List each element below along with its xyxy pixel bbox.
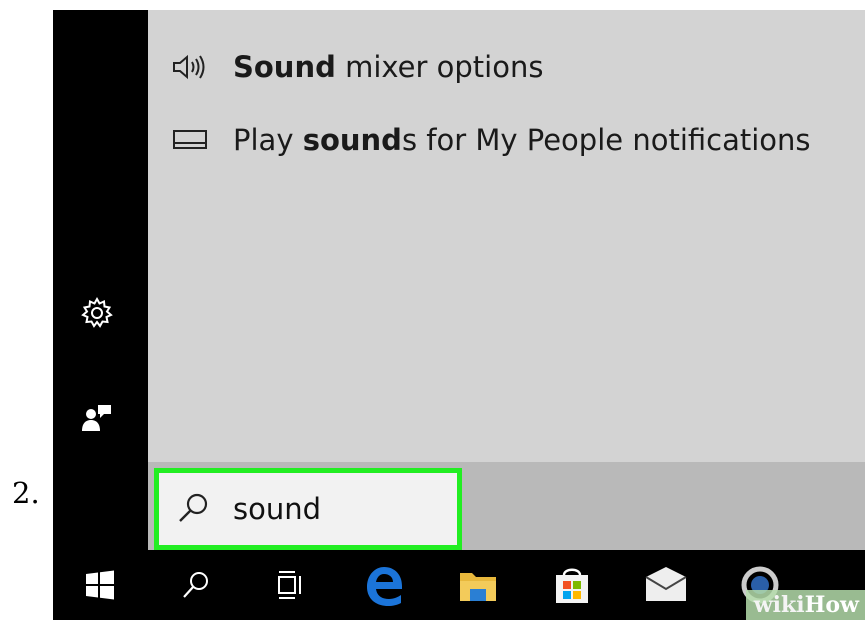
store-icon[interactable]	[547, 560, 597, 610]
speaker-icon	[170, 47, 210, 87]
start-sidebar	[53, 10, 148, 550]
task-view-icon[interactable]	[265, 560, 315, 610]
search-bar-area	[148, 462, 865, 550]
edge-browser-icon[interactable]	[359, 560, 409, 610]
step-number: 2.	[12, 476, 40, 510]
wikihow-watermark: wiki How	[745, 590, 865, 620]
display-icon	[170, 120, 210, 160]
feedback-icon[interactable]	[77, 398, 117, 438]
search-icon[interactable]	[171, 560, 221, 610]
search-box-highlighted[interactable]	[154, 468, 462, 550]
search-input[interactable]	[233, 489, 433, 529]
taskbar: wiki How	[53, 550, 865, 620]
file-explorer-icon[interactable]	[453, 560, 503, 610]
result-label: Play sounds for My People notifications	[233, 123, 811, 157]
gear-icon[interactable]	[77, 293, 117, 333]
search-results-panel: Sound mixer options Play sounds for My P…	[148, 10, 865, 462]
windows-start-icon[interactable]	[75, 560, 125, 610]
result-sound-mixer-options[interactable]: Sound mixer options	[148, 37, 865, 97]
result-play-sounds-my-people[interactable]: Play sounds for My People notifications	[148, 110, 865, 170]
result-label: Sound mixer options	[233, 50, 544, 84]
windows-start-menu-screenshot: Sound mixer options Play sounds for My P…	[53, 10, 865, 620]
mail-icon[interactable]	[641, 560, 691, 610]
search-icon	[173, 489, 213, 529]
